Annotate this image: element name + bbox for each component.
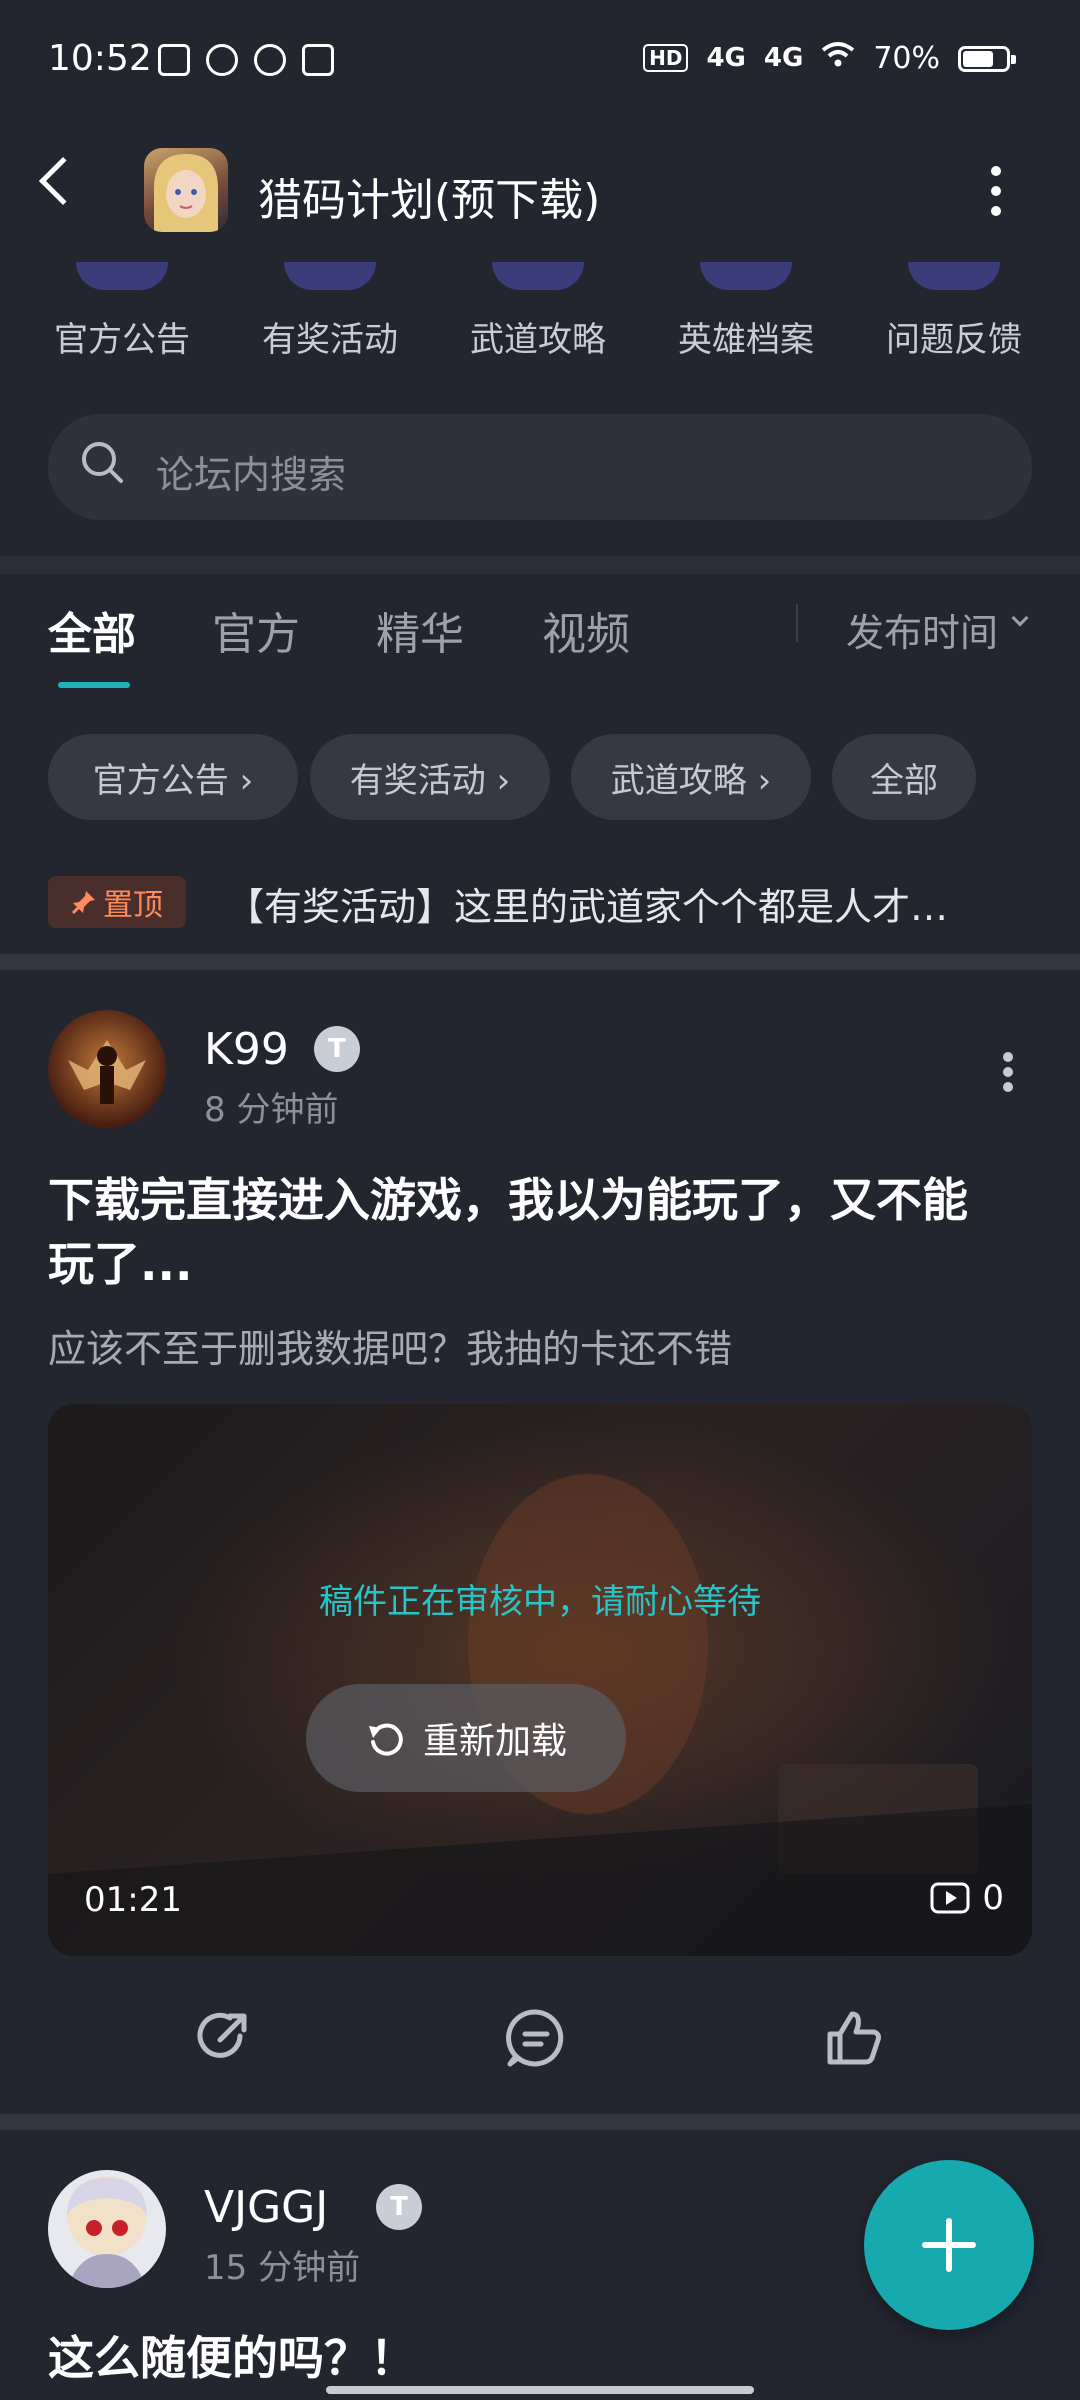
status-bar: 10:52 HD 4G 4G 70%	[0, 0, 1080, 120]
home-indicator[interactable]	[326, 2386, 754, 2394]
more-vertical-icon[interactable]	[1002, 1052, 1014, 1092]
reload-label: 重新加载	[422, 1721, 567, 1762]
reload-button[interactable]: 重新加载	[306, 1684, 626, 1792]
share-icon[interactable]	[190, 2006, 254, 2070]
divider	[796, 604, 798, 642]
chip-announcement[interactable]: 官方公告 ›	[48, 734, 298, 820]
video-play-count: 0	[930, 1878, 1004, 1918]
tab-featured[interactable]: 精华	[376, 598, 464, 662]
divider	[0, 954, 1080, 970]
category-icon-feedback[interactable]	[908, 262, 1000, 290]
video-notification-icon	[254, 44, 286, 76]
post-title[interactable]: 下载完直接进入游戏，我以为能玩了，又不能 玩了...	[48, 1168, 1038, 1296]
app-notification-icon	[206, 44, 238, 76]
avatar[interactable]	[48, 2170, 166, 2288]
comment-icon[interactable]	[504, 2006, 568, 2070]
pinned-badge: 置顶	[48, 876, 186, 928]
avatar[interactable]	[48, 1010, 166, 1128]
category-icon-heroes[interactable]	[700, 262, 792, 290]
mail-icon	[302, 44, 334, 76]
chip-guides[interactable]: 武道攻略 ›	[571, 734, 811, 820]
video-duration: 01:21	[84, 1880, 182, 1920]
divider	[0, 2114, 1080, 2130]
chip-events[interactable]: 有奖活动 ›	[310, 734, 550, 820]
category-events[interactable]: 有奖活动	[255, 312, 405, 361]
category-icon-announcement[interactable]	[76, 262, 168, 290]
page-title: 猎码计划(预下载)	[258, 175, 601, 226]
reload-icon	[368, 1723, 403, 1756]
create-post-button[interactable]	[864, 2160, 1034, 2330]
active-tab-indicator	[58, 682, 130, 688]
post-username[interactable]: VJGGJ	[204, 2182, 328, 2233]
post-title[interactable]: 这么随便的吗？！	[48, 2326, 416, 2390]
pinned-badge-label: 置顶	[103, 888, 163, 923]
alipay-icon	[158, 44, 190, 76]
video-player[interactable]: 稿件正在审核中，请耐心等待 重新加载 01:21 0	[48, 1404, 1032, 1956]
sort-dropdown[interactable]: 发布时间	[846, 602, 998, 657]
tab-video[interactable]: 视频	[542, 598, 630, 662]
user-level-badge: T	[376, 2184, 422, 2230]
hd-icon: HD	[643, 44, 689, 72]
plus-icon-vertical	[946, 2218, 952, 2272]
status-indicators: HD 4G 4G 70%	[643, 40, 940, 76]
category-feedback[interactable]: 问题反馈	[879, 312, 1029, 361]
more-vertical-icon[interactable]	[990, 166, 1002, 216]
search-input[interactable]: 论坛内搜索	[156, 444, 346, 499]
play-icon	[930, 1882, 970, 1914]
category-icon-events[interactable]	[284, 262, 376, 290]
signal-4g-icon: 4G	[706, 43, 746, 73]
chip-all[interactable]: 全部	[832, 734, 976, 820]
signal-4g-icon-2: 4G	[763, 43, 804, 73]
category-announcement[interactable]: 官方公告	[47, 312, 197, 361]
post-subtitle: 应该不至于删我数据吧？我抽的卡还不错	[48, 1327, 733, 1371]
status-time: 10:52	[48, 38, 152, 79]
divider	[0, 556, 1080, 574]
category-guides[interactable]: 武道攻略	[463, 312, 613, 361]
user-level-badge: T	[314, 1026, 360, 1072]
chevron-down-icon[interactable]	[1011, 609, 1029, 627]
pinned-post-title[interactable]: 【有奖活动】这里的武道家个个都是人才…	[226, 876, 1032, 931]
battery-percent: 70%	[873, 40, 940, 76]
tab-all[interactable]: 全部	[48, 598, 136, 662]
category-heroes[interactable]: 英雄档案	[671, 312, 821, 361]
search-icon	[80, 440, 124, 484]
post-title-line: 玩了...	[48, 1237, 193, 1291]
battery-icon	[958, 46, 1016, 72]
category-icon-guides[interactable]	[492, 262, 584, 290]
post-title-line: 下载完直接进入游戏，我以为能玩了，又不能	[48, 1173, 968, 1227]
forum-avatar	[144, 148, 228, 232]
tab-official[interactable]: 官方	[212, 598, 300, 662]
video-review-notice: 稿件正在审核中，请耐心等待	[319, 1582, 761, 1622]
back-arrow-icon[interactable]	[38, 156, 88, 206]
post-time: 15 分钟前	[204, 2248, 361, 2288]
play-count: 0	[982, 1878, 1004, 1918]
post-username[interactable]: K99	[204, 1024, 289, 1075]
like-icon[interactable]	[822, 2006, 886, 2070]
wifi-icon	[821, 40, 855, 76]
post-time: 8 分钟前	[204, 1090, 339, 1130]
pin-icon	[71, 891, 95, 915]
